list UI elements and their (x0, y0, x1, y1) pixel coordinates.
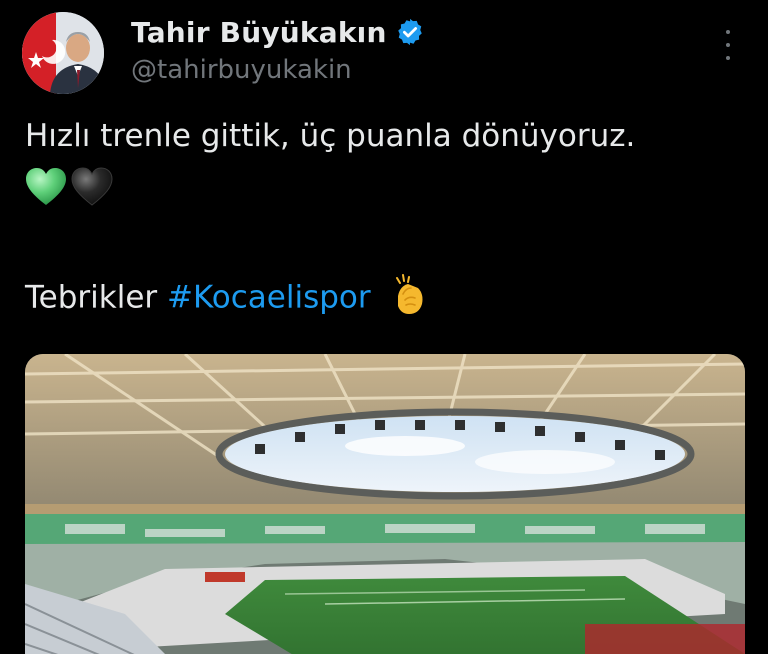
verified-badge-icon (395, 17, 425, 47)
tweet-text: Tebrikler (25, 279, 158, 316)
tweet-text-line: Tebrikler #Kocaelispor (25, 274, 431, 324)
hashtag-link[interactable]: #Kocaelispor (167, 280, 371, 316)
more-options-icon[interactable] (722, 30, 734, 60)
handle[interactable]: @tahirbuyukakin (131, 55, 352, 85)
author-name-row: Tahir Büyükakın (131, 12, 425, 52)
black-heart-icon (71, 167, 113, 211)
tweet-text-line: Hızlı trenle gittik, üç puanla dönüyoruz… (25, 118, 636, 154)
green-heart-icon (25, 167, 67, 211)
avatar[interactable] (22, 12, 104, 94)
tweet[interactable]: Tahir Büyükakın @tahirbuyukakin Hızlı tr… (0, 0, 768, 654)
tweet-photo[interactable] (25, 354, 745, 654)
stadium-photo (25, 354, 745, 654)
display-name[interactable]: Tahir Büyükakın (131, 16, 387, 49)
clapping-hands-icon (391, 274, 431, 324)
emoji-row (25, 167, 113, 211)
